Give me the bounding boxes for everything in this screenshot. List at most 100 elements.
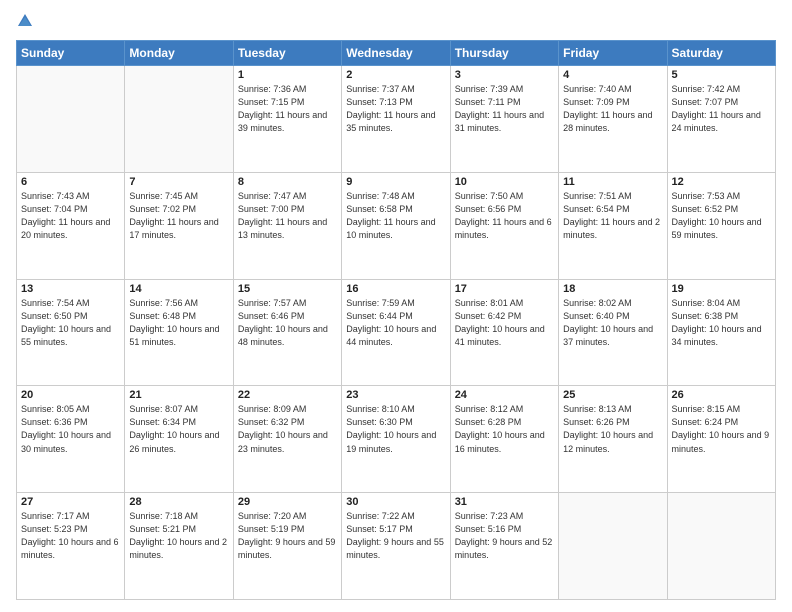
day-info: Sunrise: 7:54 AMSunset: 6:50 PMDaylight:… — [21, 297, 120, 349]
day-number: 27 — [21, 496, 120, 508]
calendar-cell: 1 Sunrise: 7:36 AMSunset: 7:15 PMDaylight… — [233, 66, 341, 173]
calendar-cell: 14Sunrise: 7:56 AMSunset: 6:48 PMDayligh… — [125, 279, 233, 386]
calendar-cell: 24 Sunrise: 8:12 AMSunset: 6:28 PMDayligh… — [450, 386, 558, 493]
day-number: 1 — [238, 69, 337, 81]
calendar-cell: 21Sunrise: 8:07 AMSunset: 6:34 PMDayligh… — [125, 386, 233, 493]
weekday-header: Thursday — [450, 41, 558, 66]
calendar-cell: 25 Sunrise: 8:13 AMSunset: 6:26 PMDayligh… — [559, 386, 667, 493]
week-row: 6 Sunrise: 7:43 AMSunset: 7:04 PMDaylight… — [17, 172, 776, 279]
calendar-cell: 17 Sunrise: 8:01 AMSunset: 6:42 PMDayligh… — [450, 279, 558, 386]
page: SundayMondayTuesdayWednesdayThursdayFrid… — [0, 0, 792, 612]
logo-icon — [16, 12, 34, 30]
day-number: 19 — [672, 283, 771, 295]
day-number: 29 — [238, 496, 337, 508]
day-info: Sunrise: 7:37 AMSunset: 7:13 PMDaylight:… — [346, 83, 445, 135]
calendar-header-row: SundayMondayTuesdayWednesdayThursdayFrid… — [17, 41, 776, 66]
weekday-header: Monday — [125, 41, 233, 66]
calendar-cell: 11Sunrise: 7:51 AMSunset: 6:54 PMDayligh… — [559, 172, 667, 279]
day-info: Sunrise: 7:17 AMSunset: 5:23 PMDaylight:… — [21, 510, 120, 562]
calendar-cell — [667, 493, 775, 600]
calendar-cell — [559, 493, 667, 600]
day-number: 10 — [455, 176, 554, 188]
day-number: 24 — [455, 389, 554, 401]
logo — [16, 12, 38, 30]
day-number: 2 — [346, 69, 445, 81]
day-info: Sunrise: 7:22 AMSunset: 5:17 PMDaylight:… — [346, 510, 445, 562]
day-info: Sunrise: 7:20 AMSunset: 5:19 PMDaylight:… — [238, 510, 337, 562]
day-info: Sunrise: 7:48 AMSunset: 6:58 PMDaylight:… — [346, 190, 445, 242]
day-info: Sunrise: 8:04 AMSunset: 6:38 PMDaylight:… — [672, 297, 771, 349]
day-number: 6 — [21, 176, 120, 188]
day-info: Sunrise: 7:39 AMSunset: 7:11 PMDaylight:… — [455, 83, 554, 135]
day-number: 23 — [346, 389, 445, 401]
day-info: Sunrise: 8:01 AMSunset: 6:42 PMDaylight:… — [455, 297, 554, 349]
calendar-cell: 8 Sunrise: 7:47 AMSunset: 7:00 PMDaylight… — [233, 172, 341, 279]
calendar-cell: 5 Sunrise: 7:42 AMSunset: 7:07 PMDaylight… — [667, 66, 775, 173]
calendar-cell — [17, 66, 125, 173]
calendar-cell: 10 Sunrise: 7:50 AMSunset: 6:56 PMDayligh… — [450, 172, 558, 279]
weekday-header: Tuesday — [233, 41, 341, 66]
day-number: 17 — [455, 283, 554, 295]
day-info: Sunrise: 7:53 AMSunset: 6:52 PMDaylight:… — [672, 190, 771, 242]
day-info: Sunrise: 7:59 AMSunset: 6:44 PMDaylight:… — [346, 297, 445, 349]
calendar-cell: 22Sunrise: 8:09 AMSunset: 6:32 PMDayligh… — [233, 386, 341, 493]
calendar-cell: 31 Sunrise: 7:23 AMSunset: 5:16 PMDayligh… — [450, 493, 558, 600]
day-info: Sunrise: 7:42 AMSunset: 7:07 PMDaylight:… — [672, 83, 771, 135]
day-number: 4 — [563, 69, 662, 81]
day-number: 9 — [346, 176, 445, 188]
day-info: Sunrise: 7:57 AMSunset: 6:46 PMDaylight:… — [238, 297, 337, 349]
calendar-cell: 2 Sunrise: 7:37 AMSunset: 7:13 PMDaylight… — [342, 66, 450, 173]
day-number: 26 — [672, 389, 771, 401]
week-row: 1 Sunrise: 7:36 AMSunset: 7:15 PMDaylight… — [17, 66, 776, 173]
day-number: 25 — [563, 389, 662, 401]
calendar-cell: 9 Sunrise: 7:48 AMSunset: 6:58 PMDaylight… — [342, 172, 450, 279]
day-info: Sunrise: 8:10 AMSunset: 6:30 PMDaylight:… — [346, 403, 445, 455]
day-number: 30 — [346, 496, 445, 508]
calendar-cell — [125, 66, 233, 173]
calendar-cell: 12 Sunrise: 7:53 AMSunset: 6:52 PMDayligh… — [667, 172, 775, 279]
weekday-header: Sunday — [17, 41, 125, 66]
weekday-header: Wednesday — [342, 41, 450, 66]
day-info: Sunrise: 7:36 AMSunset: 7:15 PMDaylight:… — [238, 83, 337, 135]
day-number: 8 — [238, 176, 337, 188]
day-number: 5 — [672, 69, 771, 81]
header — [16, 12, 776, 30]
day-info: Sunrise: 7:43 AMSunset: 7:04 PMDaylight:… — [21, 190, 120, 242]
calendar-cell: 19 Sunrise: 8:04 AMSunset: 6:38 PMDayligh… — [667, 279, 775, 386]
day-info: Sunrise: 8:15 AMSunset: 6:24 PMDaylight:… — [672, 403, 771, 455]
day-info: Sunrise: 8:07 AMSunset: 6:34 PMDaylight:… — [129, 403, 228, 455]
day-info: Sunrise: 7:51 AMSunset: 6:54 PMDaylight:… — [563, 190, 662, 242]
calendar-cell: 26 Sunrise: 8:15 AMSunset: 6:24 PMDayligh… — [667, 386, 775, 493]
calendar-cell: 23 Sunrise: 8:10 AMSunset: 6:30 PMDayligh… — [342, 386, 450, 493]
calendar-cell: 29 Sunrise: 7:20 AMSunset: 5:19 PMDayligh… — [233, 493, 341, 600]
week-row: 27 Sunrise: 7:17 AMSunset: 5:23 PMDayligh… — [17, 493, 776, 600]
calendar-cell: 27 Sunrise: 7:17 AMSunset: 5:23 PMDayligh… — [17, 493, 125, 600]
day-number: 3 — [455, 69, 554, 81]
calendar-cell: 6 Sunrise: 7:43 AMSunset: 7:04 PMDaylight… — [17, 172, 125, 279]
day-number: 28 — [129, 496, 228, 508]
day-number: 13 — [21, 283, 120, 295]
day-number: 15 — [238, 283, 337, 295]
day-info: Sunrise: 8:02 AMSunset: 6:40 PMDaylight:… — [563, 297, 662, 349]
day-info: Sunrise: 7:56 AMSunset: 6:48 PMDaylight:… — [129, 297, 228, 349]
day-info: Sunrise: 7:18 AMSunset: 5:21 PMDaylight:… — [129, 510, 228, 562]
calendar-cell: 30 Sunrise: 7:22 AMSunset: 5:17 PMDayligh… — [342, 493, 450, 600]
day-info: Sunrise: 8:13 AMSunset: 6:26 PMDaylight:… — [563, 403, 662, 455]
day-number: 31 — [455, 496, 554, 508]
day-info: Sunrise: 7:50 AMSunset: 6:56 PMDaylight:… — [455, 190, 554, 242]
calendar-cell: 4 Sunrise: 7:40 AMSunset: 7:09 PMDaylight… — [559, 66, 667, 173]
day-number: 16 — [346, 283, 445, 295]
day-info: Sunrise: 7:40 AMSunset: 7:09 PMDaylight:… — [563, 83, 662, 135]
calendar-table: SundayMondayTuesdayWednesdayThursdayFrid… — [16, 40, 776, 600]
day-info: Sunrise: 7:47 AMSunset: 7:00 PMDaylight:… — [238, 190, 337, 242]
day-info: Sunrise: 8:12 AMSunset: 6:28 PMDaylight:… — [455, 403, 554, 455]
day-info: Sunrise: 7:23 AMSunset: 5:16 PMDaylight:… — [455, 510, 554, 562]
day-info: Sunrise: 8:05 AMSunset: 6:36 PMDaylight:… — [21, 403, 120, 455]
day-number: 22 — [238, 389, 337, 401]
week-row: 13 Sunrise: 7:54 AMSunset: 6:50 PMDayligh… — [17, 279, 776, 386]
calendar-cell: 15 Sunrise: 7:57 AMSunset: 6:46 PMDayligh… — [233, 279, 341, 386]
day-number: 12 — [672, 176, 771, 188]
week-row: 20Sunrise: 8:05 AMSunset: 6:36 PMDayligh… — [17, 386, 776, 493]
day-number: 7 — [129, 176, 228, 188]
calendar-cell: 3 Sunrise: 7:39 AMSunset: 7:11 PMDaylight… — [450, 66, 558, 173]
